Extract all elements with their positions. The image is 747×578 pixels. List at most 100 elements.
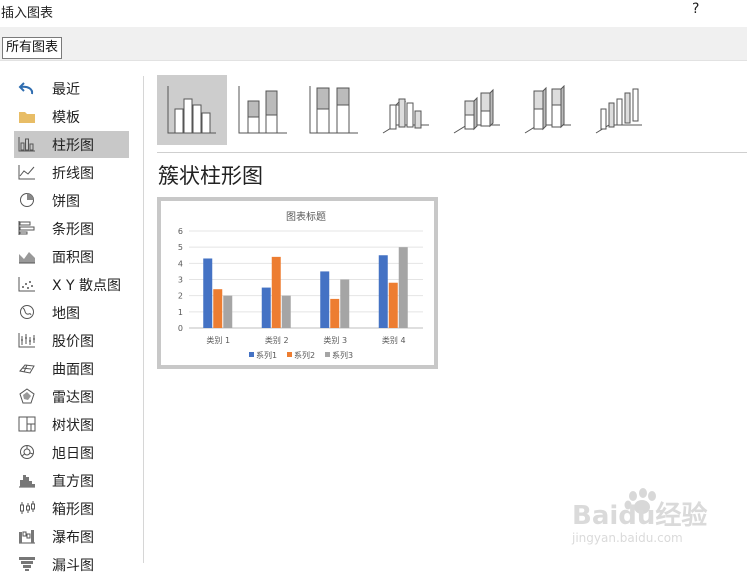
sidebar-item-label: 柱形图: [52, 138, 94, 154]
help-button[interactable]: ?: [692, 1, 699, 17]
sidebar-item[interactable]: 折线图: [14, 159, 129, 186]
bar: [388, 282, 398, 328]
sidebar-item-label: 面积图: [52, 250, 94, 266]
bar: [223, 295, 233, 328]
bar: [330, 298, 340, 328]
3d-column-icon: [595, 88, 642, 134]
sidebar-item[interactable]: 最近: [14, 75, 129, 102]
chart-preview[interactable]: 图表标题 0 1 2 3 4 5 6 类别 1 类别 2 类别 3 类别 4 系列1 系列2 系列3: [157, 197, 438, 369]
sidebar-item[interactable]: 箱形图: [14, 495, 129, 522]
sidebar-item-label: 条形图: [52, 222, 94, 238]
sidebar-item[interactable]: 模板: [14, 103, 129, 130]
y-tick-label: 6: [178, 227, 183, 236]
chart-subtype-title: 簇状柱形图: [158, 164, 263, 188]
chart-subtype-gallery: [157, 75, 657, 145]
chart-subtype-option[interactable]: [370, 75, 440, 145]
line-chart-icon: [18, 165, 35, 180]
pie-chart-icon: [20, 193, 34, 207]
x-tick-label: 类别 3: [323, 335, 347, 345]
sidebar-item-label: 瀑布图: [52, 530, 94, 546]
bar: [271, 256, 281, 328]
bar: [261, 287, 271, 328]
chart-subtype-option[interactable]: [512, 75, 582, 145]
sidebar-item-label: 饼图: [52, 194, 80, 210]
bar: [213, 289, 223, 328]
title-bar: 插入图表 ?: [0, 0, 747, 26]
chart-subtype-option[interactable]: [228, 75, 298, 145]
legend-label: 系列3: [332, 350, 353, 360]
watermark-brand: Baidu经验: [572, 500, 707, 531]
chart-subtype-option[interactable]: [157, 75, 227, 145]
sidebar-item-label: 雷达图: [52, 390, 94, 406]
sidebar-item[interactable]: X Y 散点图: [14, 271, 129, 298]
sidebar-item[interactable]: 股价图: [14, 327, 129, 354]
bar: [203, 258, 213, 328]
chart-preview-svg: 图表标题 0 1 2 3 4 5 6 类别 1 类别 2 类别 3 类别 4 系列1 系列2 系列3: [178, 210, 423, 360]
histogram-chart-icon: [19, 475, 35, 488]
chart-title: 图表标题: [286, 210, 326, 223]
100-percent-stacked-column-icon: [309, 86, 358, 134]
legend-label: 系列2: [294, 350, 315, 360]
watermark: Baidu经验 jingyan.baidu.com: [568, 488, 718, 548]
sidebar-item[interactable]: 饼图: [14, 187, 129, 214]
sidebar-item-label: 漏斗图: [52, 558, 94, 574]
y-tick-label: 2: [178, 292, 183, 301]
y-tick-label: 4: [178, 259, 183, 268]
folder-icon: [19, 112, 35, 123]
stock-chart-icon: [18, 333, 35, 348]
tab-bar: 所有图表: [0, 27, 747, 61]
sidebar-item[interactable]: 柱形图: [14, 131, 129, 158]
undo-arrow-icon: [18, 82, 34, 95]
sidebar-item-label: 箱形图: [52, 502, 94, 518]
chart-subtype-option[interactable]: [583, 75, 653, 145]
sidebar-item[interactable]: 直方图: [14, 467, 129, 494]
sidebar-item[interactable]: 曲面图: [14, 355, 129, 382]
y-tick-label: 5: [178, 243, 183, 252]
sidebar-item-label: 折线图: [52, 166, 94, 182]
chart-subtype-option[interactable]: [441, 75, 511, 145]
globe-icon: [20, 305, 34, 319]
sidebar-item[interactable]: 树状图: [14, 411, 129, 438]
bar: [320, 271, 330, 328]
sidebar-item-label: 树状图: [52, 418, 94, 434]
sidebar-item[interactable]: 条形图: [14, 215, 129, 242]
watermark-url: jingyan.baidu.com: [571, 531, 683, 545]
sidebar-item-label: 曲面图: [52, 362, 94, 378]
bar: [281, 295, 291, 328]
radar-chart-icon: [19, 388, 35, 404]
clustered-column-icon: [167, 86, 216, 134]
tab-all-charts[interactable]: 所有图表: [2, 37, 63, 59]
dialog-title: 插入图表: [1, 6, 54, 21]
sidebar-item-label: 地图: [52, 306, 80, 322]
y-tick-label: 1: [178, 308, 183, 317]
sidebar-item[interactable]: 瀑布图: [14, 523, 129, 550]
sidebar-item-label: 旭日图: [52, 446, 94, 462]
sidebar-item[interactable]: 漏斗图: [14, 551, 129, 578]
chart-subtype-option[interactable]: [299, 75, 369, 145]
chart-type-sidebar: 最近模板柱形图折线图饼图条形图面积图 X Y 散点图 地图股价图曲面图雷达图树状图旭…: [0, 75, 143, 574]
3d-clustered-column-icon: [382, 98, 429, 134]
box-whisker-chart-icon: [20, 501, 35, 514]
legend-swatch: [249, 352, 254, 357]
x-tick-label: 类别 4: [382, 335, 406, 345]
sidebar-item-label: X Y 散点图: [52, 278, 122, 294]
bar: [398, 247, 408, 328]
treemap-chart-icon: [18, 416, 36, 432]
stacked-column-icon: [238, 86, 287, 134]
sidebar-item[interactable]: 雷达图: [14, 383, 129, 410]
sidebar-item[interactable]: 地图: [14, 299, 129, 326]
x-tick-label: 类别 1: [206, 335, 230, 345]
bar-chart-icon: [18, 221, 35, 235]
sunburst-chart-icon: [20, 445, 34, 459]
sidebar-item[interactable]: 旭日图: [14, 439, 129, 466]
y-tick-label: 0: [178, 324, 183, 333]
sidebar-item[interactable]: 面积图: [14, 243, 129, 270]
gallery-divider: [157, 152, 747, 153]
legend-swatch: [325, 352, 330, 357]
x-tick-label: 类别 2: [265, 335, 289, 345]
scatter-chart-icon: [18, 277, 35, 292]
sidebar-item-label: 最近: [52, 82, 80, 98]
bar: [340, 279, 350, 328]
surface-chart-icon: [19, 364, 35, 374]
legend-swatch: [287, 352, 292, 357]
